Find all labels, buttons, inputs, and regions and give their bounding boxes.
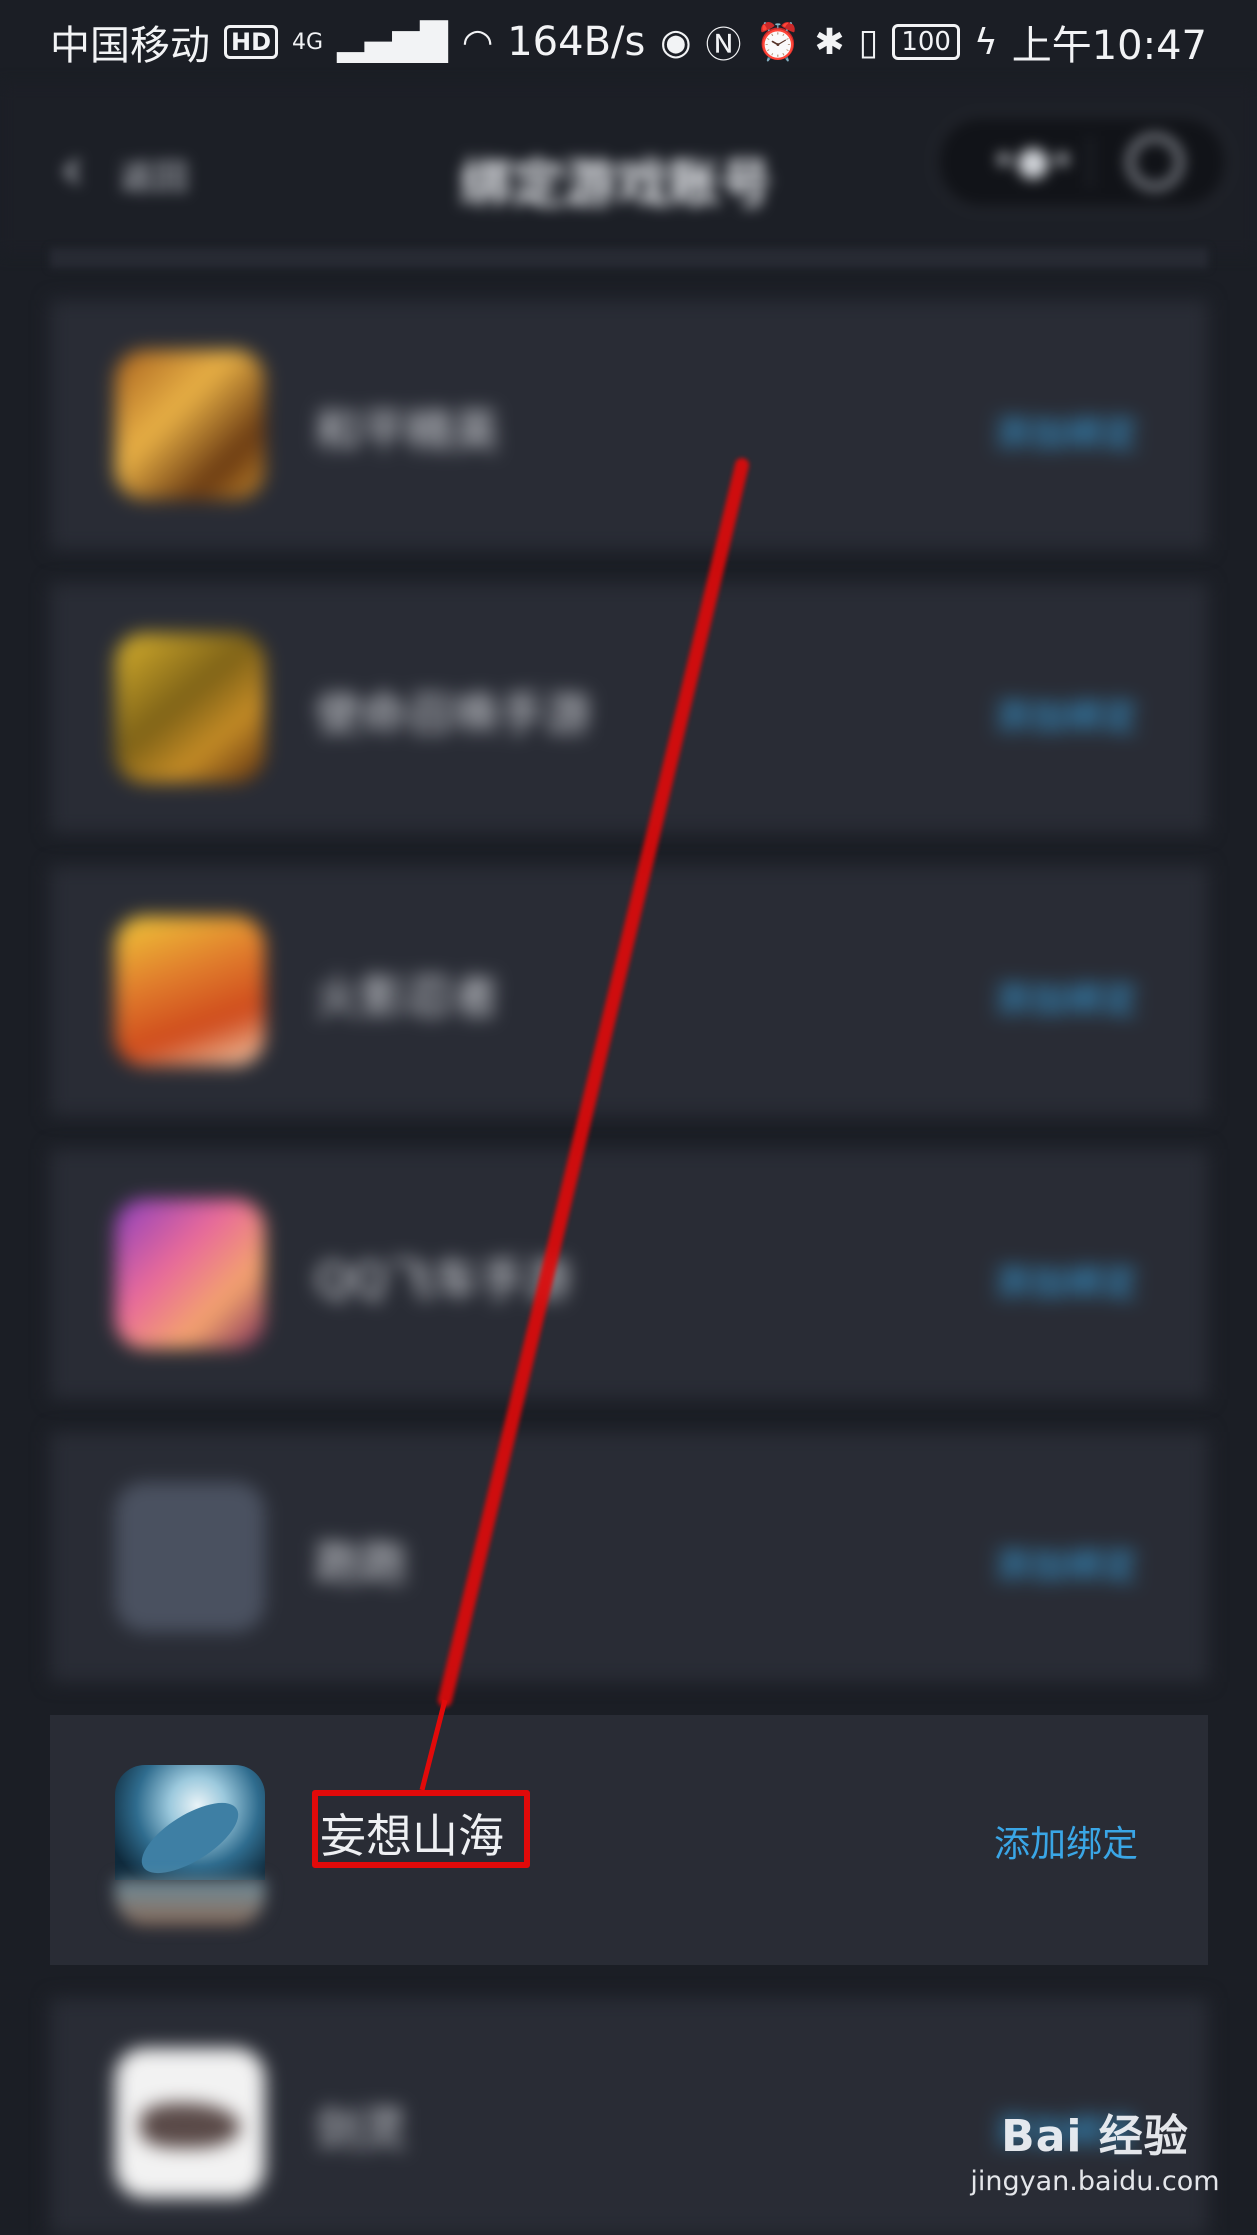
annotation-arrow [419, 458, 749, 1791]
baidu-watermark: Bai 经验 jingyan.baidu.com [960, 2100, 1230, 2220]
watermark-url: jingyan.baidu.com [970, 2166, 1220, 2197]
watermark-logo: Bai 经验 [960, 2100, 1230, 2164]
watermark-logo-text: Bai 经验 [1001, 2111, 1189, 2162]
